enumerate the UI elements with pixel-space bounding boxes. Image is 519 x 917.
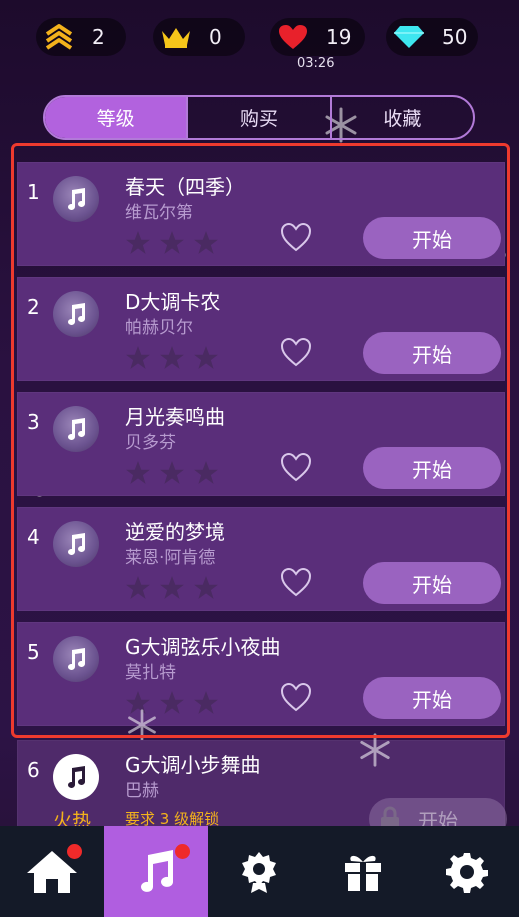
music-note-icon bbox=[53, 636, 99, 682]
level-value: 2 bbox=[92, 25, 105, 49]
star-icon bbox=[126, 576, 150, 599]
star-icon bbox=[126, 231, 150, 254]
diamond-icon bbox=[392, 20, 426, 54]
star-icon bbox=[160, 576, 184, 599]
song-index: 3 bbox=[27, 410, 40, 434]
song-artist: 莫扎特 bbox=[125, 663, 176, 683]
locked-song-card: 6 G大调小步舞曲 巴赫 火热 要求 3 级解锁 开始 bbox=[17, 733, 507, 840]
song-title: 月光奏鸣曲 bbox=[125, 405, 225, 429]
song-title: G大调小步舞曲 bbox=[125, 753, 261, 777]
star-icon bbox=[194, 461, 218, 484]
song-title: D大调卡农 bbox=[125, 290, 221, 314]
start-button[interactable]: 开始 bbox=[363, 447, 501, 489]
snowflake-icon bbox=[128, 709, 156, 741]
heart-outline-icon[interactable] bbox=[279, 565, 313, 599]
song-index: 6 bbox=[27, 758, 40, 782]
start-button[interactable]: 开始 bbox=[363, 562, 501, 604]
music-note-icon bbox=[53, 754, 99, 800]
song-card: 1 春天（四季） 维瓦尔第 开始 bbox=[17, 162, 505, 266]
song-card: 3 月光奏鸣曲 贝多芬 开始 bbox=[17, 392, 505, 496]
lives-timer: 03:26 bbox=[297, 56, 335, 71]
notification-dot bbox=[174, 844, 190, 859]
bottom-nav bbox=[0, 826, 519, 917]
star-rating bbox=[125, 460, 219, 486]
song-artist: 贝多芬 bbox=[125, 433, 176, 453]
song-artist: 莱恩·阿肯德 bbox=[125, 548, 216, 568]
star-icon bbox=[160, 231, 184, 254]
music-note-icon bbox=[53, 406, 99, 452]
star-icon bbox=[194, 691, 218, 714]
lives-value: 19 bbox=[326, 25, 352, 49]
music-note-icon bbox=[53, 521, 99, 567]
song-index: 1 bbox=[27, 180, 40, 204]
heart-outline-icon[interactable] bbox=[279, 335, 313, 369]
song-artist: 帕赫贝尔 bbox=[125, 318, 193, 338]
song-card: 4 逆爱的梦境 莱恩·阿肯德 开始 bbox=[17, 507, 505, 611]
star-rating bbox=[125, 230, 219, 256]
heart-outline-icon[interactable] bbox=[279, 220, 313, 254]
star-icon bbox=[194, 231, 218, 254]
nav-music[interactable] bbox=[103, 826, 208, 917]
star-icon bbox=[126, 461, 150, 484]
nav-badge[interactable] bbox=[208, 826, 312, 917]
music-note-icon bbox=[53, 176, 99, 222]
crown-icon bbox=[159, 20, 193, 54]
gem-value: 50 bbox=[442, 25, 468, 49]
start-button[interactable]: 开始 bbox=[363, 677, 501, 719]
badge-icon bbox=[242, 851, 277, 893]
start-button[interactable]: 开始 bbox=[363, 217, 501, 259]
star-rating bbox=[125, 345, 219, 371]
lives-counter: 19 bbox=[270, 18, 365, 56]
star-icon bbox=[160, 461, 184, 484]
crown-counter: 0 bbox=[153, 18, 245, 56]
song-artist: 巴赫 bbox=[125, 781, 159, 801]
star-rating bbox=[125, 575, 219, 601]
tab-purchase[interactable]: 购买 bbox=[186, 97, 329, 138]
song-tabs: 等级 购买 收藏 bbox=[43, 95, 475, 140]
gear-icon bbox=[446, 852, 489, 893]
star-icon bbox=[194, 576, 218, 599]
music-note-icon bbox=[53, 291, 99, 337]
crown-value: 0 bbox=[209, 25, 222, 49]
song-title: 春天（四季） bbox=[125, 175, 245, 199]
star-icon bbox=[160, 691, 184, 714]
heart-icon bbox=[276, 20, 310, 54]
gem-counter: 50 bbox=[386, 18, 478, 56]
tab-favorites[interactable]: 收藏 bbox=[329, 97, 473, 138]
song-card: 5 G大调弦乐小夜曲 莫扎特 开始 bbox=[17, 622, 505, 741]
level-counter: 2 bbox=[36, 18, 126, 56]
tab-level[interactable]: 等级 bbox=[45, 97, 187, 138]
star-icon bbox=[160, 346, 184, 369]
gift-icon bbox=[345, 855, 382, 891]
song-title: 逆爱的梦境 bbox=[125, 520, 225, 544]
star-icon bbox=[194, 346, 218, 369]
song-index: 5 bbox=[27, 640, 40, 664]
song-title: G大调弦乐小夜曲 bbox=[125, 635, 281, 659]
heart-outline-icon[interactable] bbox=[279, 680, 313, 714]
nav-home[interactable] bbox=[0, 826, 104, 917]
nav-gift[interactable] bbox=[311, 826, 415, 917]
rank-chevron-icon bbox=[42, 20, 76, 54]
start-button[interactable]: 开始 bbox=[363, 332, 501, 374]
snowflake-icon bbox=[360, 733, 390, 767]
song-index: 2 bbox=[27, 295, 40, 319]
song-artist: 维瓦尔第 bbox=[125, 203, 193, 223]
star-icon bbox=[126, 346, 150, 369]
nav-settings[interactable] bbox=[415, 826, 519, 917]
song-index: 4 bbox=[27, 525, 40, 549]
song-card: 2 D大调卡农 帕赫贝尔 开始 bbox=[17, 277, 505, 381]
notification-dot bbox=[67, 844, 82, 859]
music-icon bbox=[140, 849, 173, 892]
heart-outline-icon[interactable] bbox=[279, 450, 313, 484]
